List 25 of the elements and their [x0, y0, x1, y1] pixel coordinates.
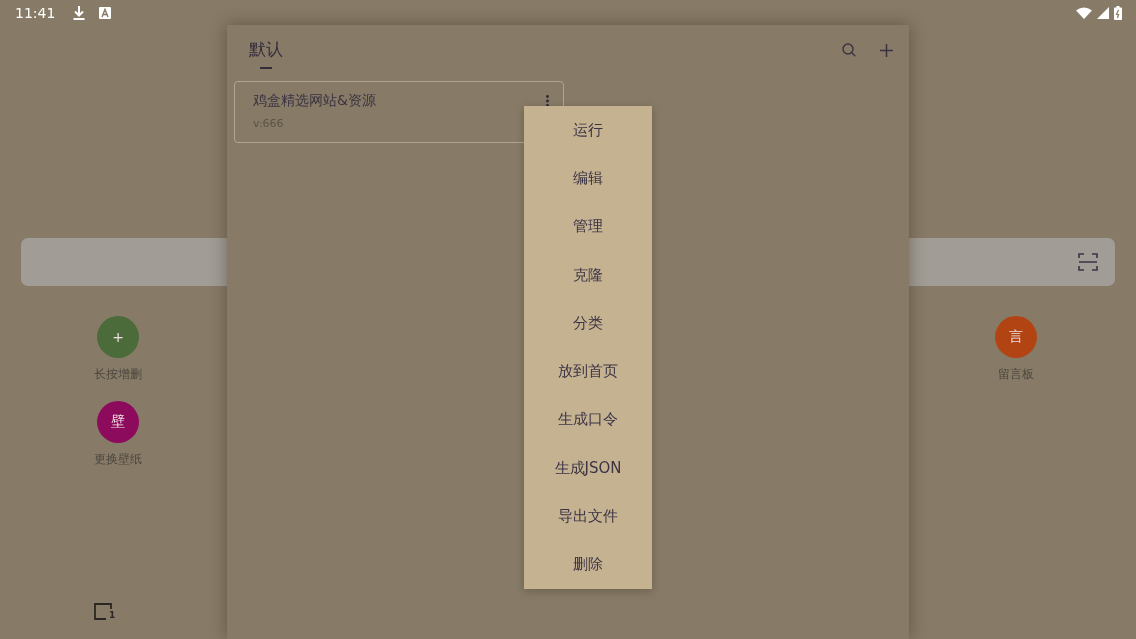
- add-icon[interactable]: [880, 43, 893, 57]
- signal-icon: [1097, 6, 1109, 19]
- tabs-button[interactable]: 1: [92, 600, 118, 622]
- search-icon[interactable]: [842, 43, 856, 57]
- shortcut-button[interactable]: 言: [995, 316, 1037, 358]
- clock-time: 11:41: [15, 4, 56, 21]
- menu-item[interactable]: 分类: [524, 299, 652, 348]
- card-title: 鸡盒精选网站&资源: [253, 92, 376, 110]
- more-icon[interactable]: [546, 95, 549, 107]
- menu-item[interactable]: 放到首页: [524, 347, 652, 396]
- menu-item[interactable]: 管理: [524, 202, 652, 251]
- shortcut-button[interactable]: +: [97, 316, 139, 358]
- menu-item[interactable]: 生成JSON: [524, 444, 652, 493]
- menu-item[interactable]: 编辑: [524, 154, 652, 203]
- download-icon: [73, 5, 86, 20]
- battery-icon: [1114, 5, 1122, 20]
- letter-a-icon: [99, 6, 112, 19]
- wifi-icon: [1076, 6, 1092, 19]
- menu-item[interactable]: 删除: [524, 540, 652, 589]
- scan-icon[interactable]: [1078, 253, 1098, 271]
- menu-item[interactable]: 克隆: [524, 250, 652, 300]
- shortcut-button[interactable]: 壁: [97, 401, 139, 443]
- menu-item[interactable]: 导出文件: [524, 492, 652, 541]
- group-tab[interactable]: 默认: [249, 39, 283, 69]
- menu-item[interactable]: 生成口令: [524, 395, 652, 445]
